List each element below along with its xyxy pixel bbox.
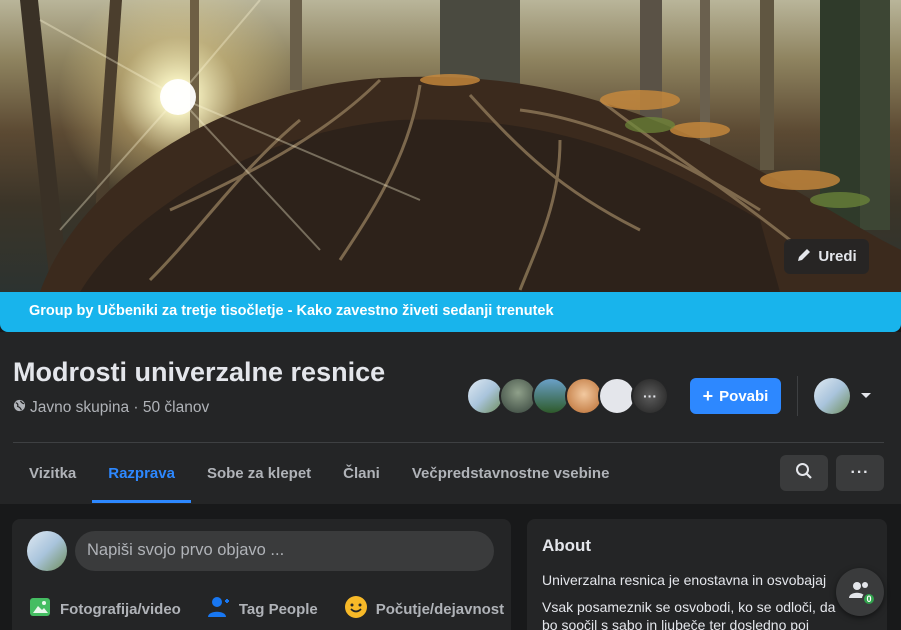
group-title: Modrosti univerzalne resnice: [13, 357, 386, 387]
photo-icon: [28, 595, 52, 623]
about-text-line: bo soočil s sabo in ljubeče ter dosledno…: [542, 617, 809, 630]
tag-people-button[interactable]: Tag People: [207, 595, 318, 623]
photo-video-label: Fotografija/video: [60, 600, 181, 618]
plus-icon: +: [702, 386, 714, 406]
search-icon: [795, 462, 813, 485]
tab-clani[interactable]: Člani: [327, 443, 396, 503]
profile-menu[interactable]: [814, 378, 872, 414]
pencil-icon: [796, 247, 812, 267]
status-badge: 0: [862, 592, 876, 606]
banner-text: Group by Učbeniki za tretje tisočletje -…: [29, 303, 554, 319]
profile-avatar[interactable]: [814, 378, 850, 414]
more-members-avatar[interactable]: ···: [631, 377, 669, 415]
group-header: Modrosti univerzalne resnice Javno skupi…: [0, 332, 901, 504]
cover-photo: Uredi: [0, 0, 901, 292]
write-post-input[interactable]: Napiši svojo prvo objavo ...: [75, 531, 494, 571]
feeling-activity-button[interactable]: Počutje/dejavnost: [344, 595, 504, 623]
invite-label: Povabi: [719, 387, 769, 405]
user-avatar[interactable]: [27, 531, 67, 571]
more-options-button[interactable]: ···: [836, 455, 884, 491]
cover-forest-image: [20, 0, 901, 292]
tab-razprava[interactable]: Razprava: [92, 443, 191, 503]
group-tabs: Vizitka Razprava Sobe za klepet Člani Ve…: [13, 443, 625, 503]
group-privacy-members: Javno skupina · 50 članov: [30, 399, 210, 416]
feeling-activity-label: Počutje/dejavnost: [375, 600, 505, 618]
edit-cover-label: Uredi: [818, 248, 857, 265]
invite-button[interactable]: + Povabi: [690, 378, 781, 414]
member-avatars[interactable]: ···: [466, 377, 669, 415]
tag-people-icon: [207, 595, 231, 623]
group-meta: Javno skupina · 50 članov: [13, 399, 209, 417]
edit-cover-button[interactable]: Uredi: [784, 239, 869, 274]
caret-down-icon[interactable]: [860, 387, 872, 405]
tab-sobe-za-klepet[interactable]: Sobe za klepet: [191, 443, 327, 503]
smiley-icon: [344, 595, 368, 623]
new-group-chat-button[interactable]: 0: [836, 568, 884, 616]
composer-actions: Fotografija/video Tag People Počutje/dej…: [28, 595, 504, 623]
more-dots-icon: ···: [643, 388, 657, 404]
ellipsis-icon: ···: [850, 464, 870, 481]
post-composer: Napiši svojo prvo objavo ... Fotografija…: [12, 519, 511, 630]
group-owner-banner[interactable]: Group by Učbeniki za tretje tisočletje -…: [0, 292, 901, 332]
tab-vizitka[interactable]: Vizitka: [13, 443, 92, 503]
tag-people-label: Tag People: [238, 600, 318, 618]
globe-icon: [13, 399, 26, 417]
search-button[interactable]: [780, 455, 828, 491]
about-text-line: Univerzalna resnica je enostavna in osvo…: [542, 572, 827, 588]
about-text-line: Vsak posameznik se osvobodi, ko se odloč…: [542, 599, 836, 615]
about-title: About: [542, 536, 592, 555]
tab-vecpredstavnostne-vsebine[interactable]: Večpredstavnostne vsebine: [396, 443, 626, 503]
about-card: About Univerzalna resnica je enostavna i…: [527, 519, 887, 630]
photo-video-button[interactable]: Fotografija/video: [28, 595, 181, 623]
header-divider: [797, 376, 798, 416]
